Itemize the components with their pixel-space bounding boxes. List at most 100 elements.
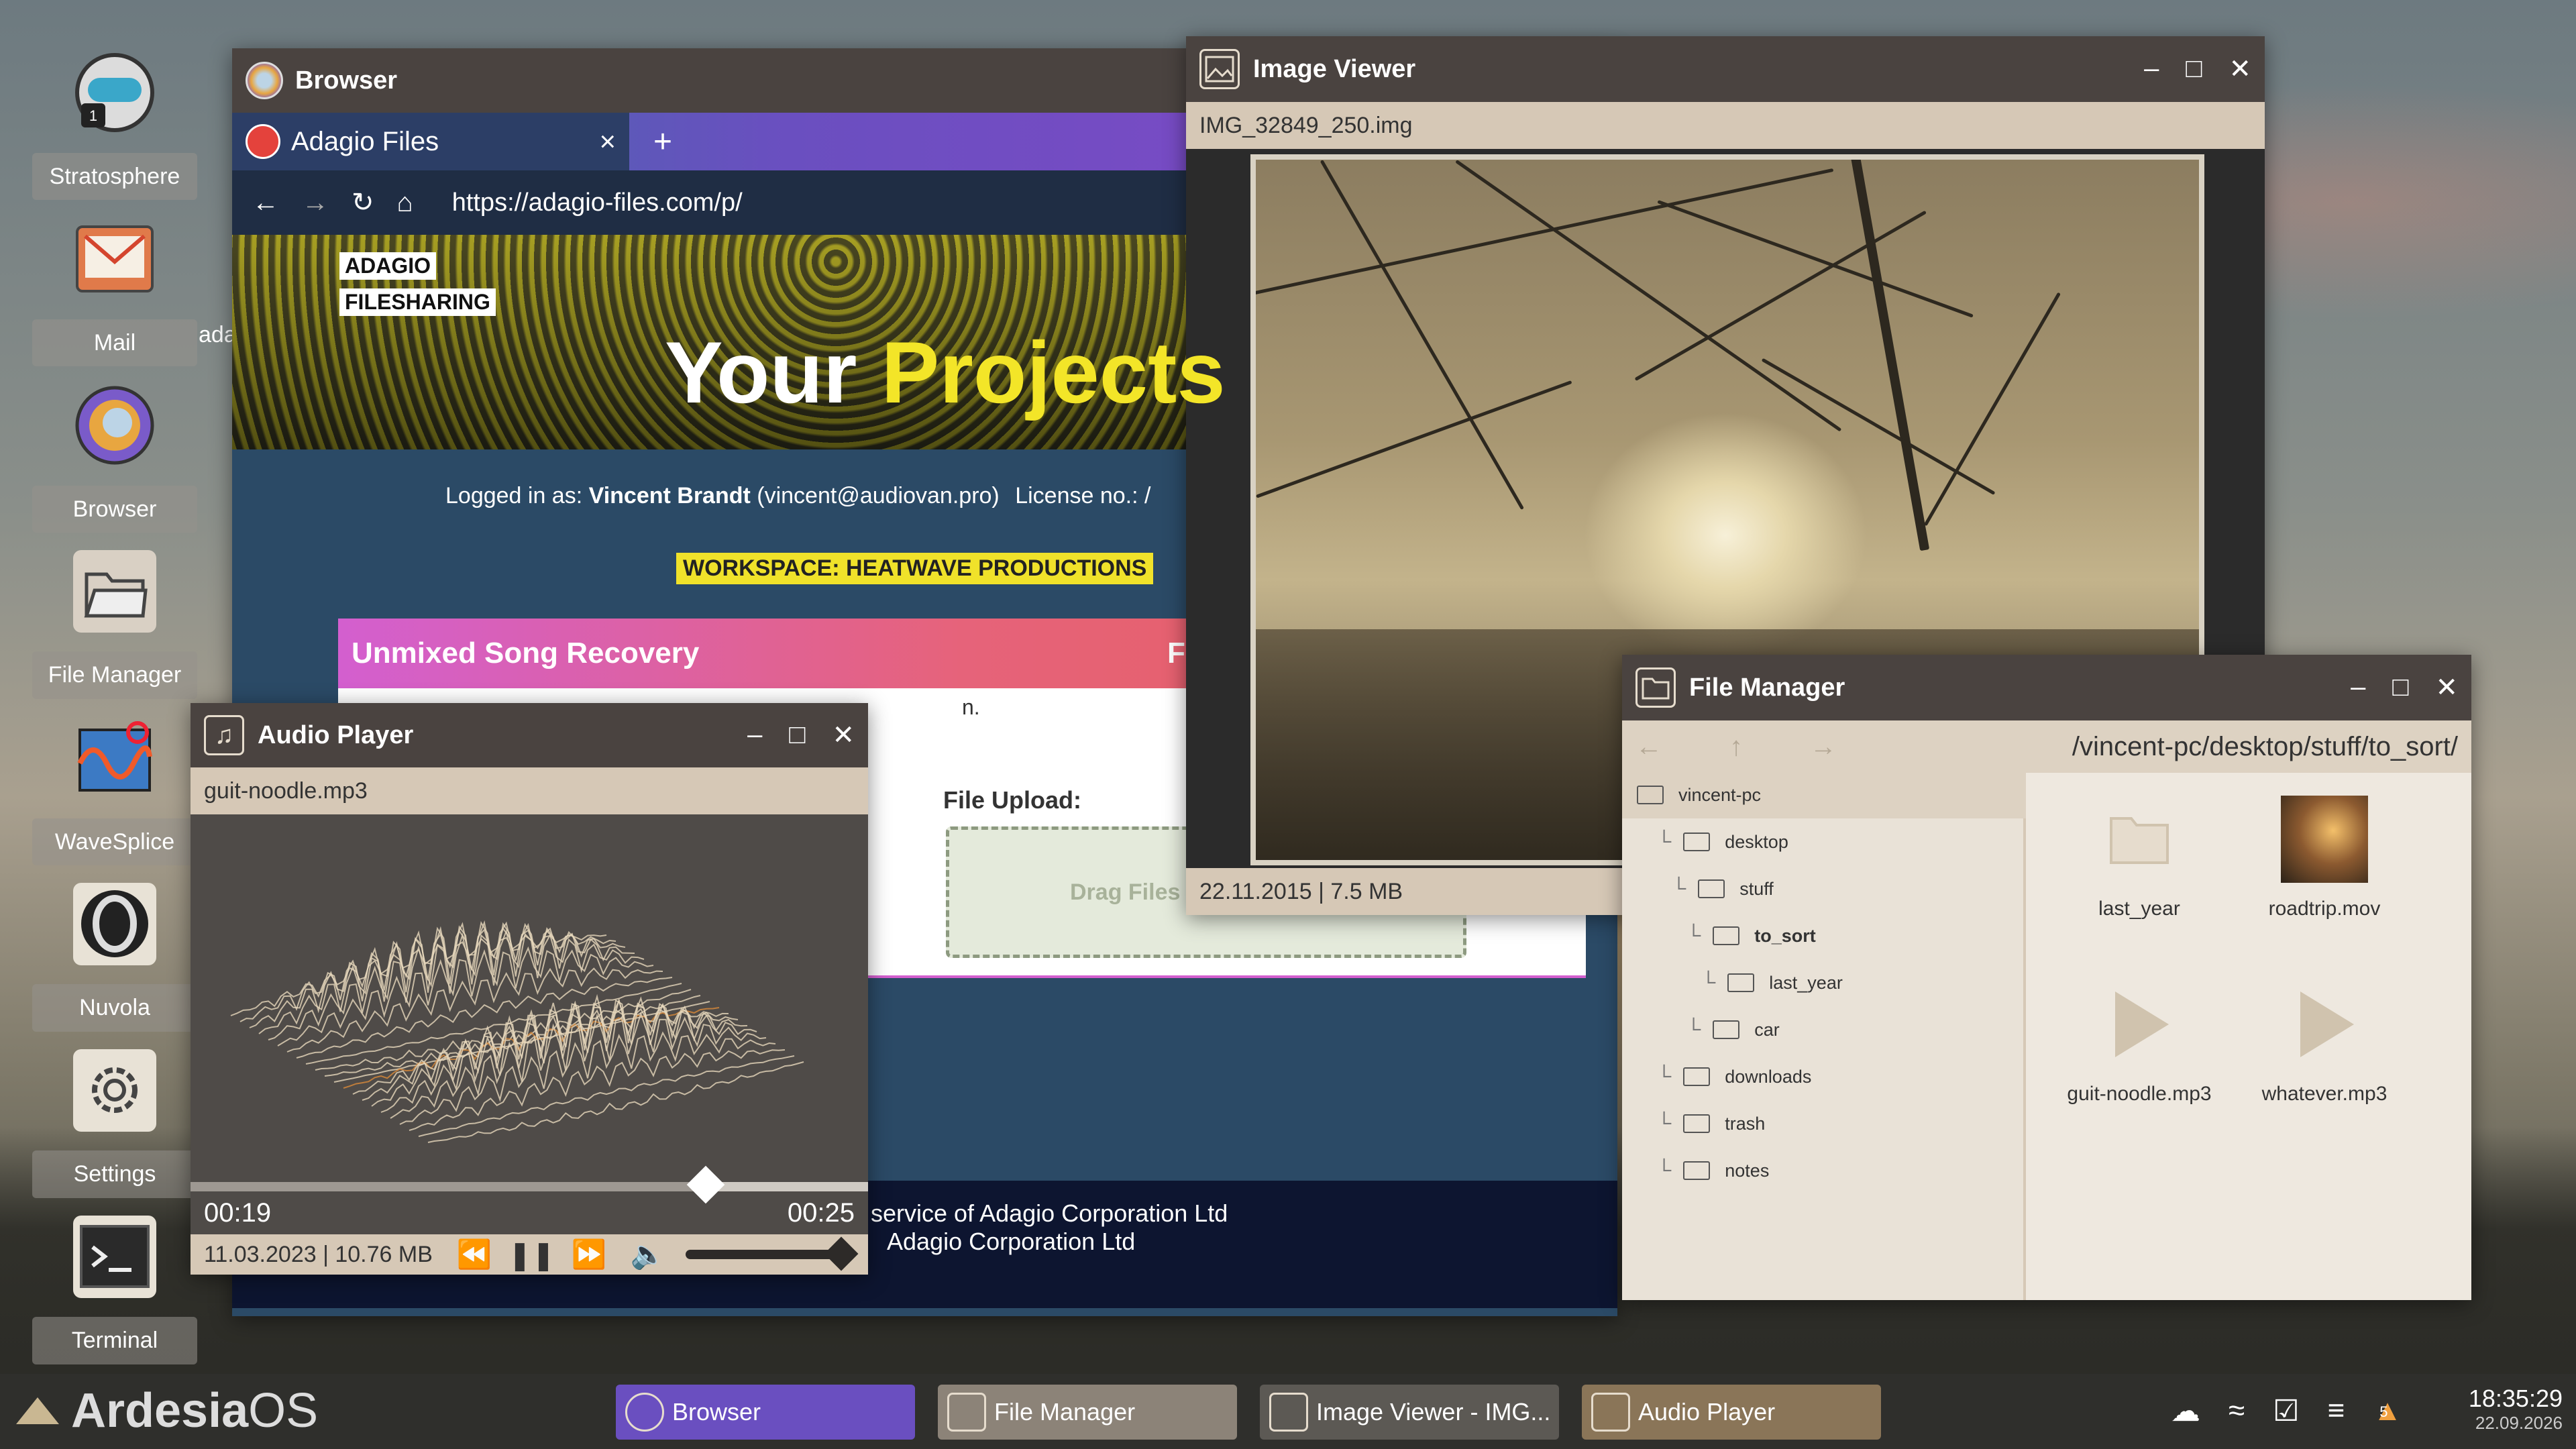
volume-handle[interactable]	[824, 1236, 859, 1271]
desktop-icon-label: Mail	[32, 319, 197, 366]
url-field[interactable]: https://adagio-files.com/p/	[452, 189, 743, 217]
stack-icon[interactable]: ≡	[2328, 1394, 2345, 1428]
up-icon[interactable]: ↑	[1729, 732, 1743, 762]
file-manager-window[interactable]: File Manager – □ ✕ ← ↑ → /vincent-pc/des…	[1622, 655, 2471, 1300]
audio-player-titlebar[interactable]: ♫ Audio Player – □ ✕	[191, 703, 868, 767]
file-item-roadtrip[interactable]: roadtrip.mov	[2241, 796, 2408, 920]
taskbar-button-browser[interactable]: Browser	[616, 1385, 915, 1440]
tree-item-car[interactable]: └ car	[1686, 1006, 1780, 1053]
new-tab-button[interactable]: +	[653, 123, 672, 160]
ardesia-logo-icon	[16, 1397, 59, 1424]
close-icon[interactable]: ✕	[2435, 672, 2458, 703]
os-logo[interactable]: Ardesia OS	[16, 1383, 318, 1438]
taskbar: Ardesia OS Browser File Manager Image Vie…	[0, 1374, 2576, 1449]
taskbar-button-audio-player[interactable]: Audio Player	[1582, 1385, 1881, 1440]
desktop-icon-nuvola[interactable]: Nuvola	[32, 873, 197, 1032]
adagio-logo-icon	[246, 124, 280, 159]
tree-item-label: vincent-pc	[1678, 784, 1762, 805]
desktop-icon-terminal[interactable]: Terminal	[32, 1206, 197, 1364]
desktop-icon-file-manager[interactable]: File Manager	[32, 541, 197, 699]
file-name: last_year	[2098, 898, 2180, 920]
volume-icon[interactable]: 🔈	[631, 1238, 665, 1271]
card-title: Unmixed Song Recovery	[352, 637, 700, 669]
tree-item-trash[interactable]: └ trash	[1657, 1100, 1765, 1147]
play-icon	[2096, 981, 2183, 1068]
taskbar-button-file-manager[interactable]: File Manager	[938, 1385, 1237, 1440]
tree-item-notes[interactable]: └ notes	[1657, 1147, 1769, 1194]
tree-item-label: downloads	[1725, 1066, 1812, 1087]
minimize-icon[interactable]: –	[747, 720, 762, 751]
volume-slider[interactable]	[686, 1236, 859, 1271]
file-item-last-year[interactable]: last_year	[2055, 796, 2223, 920]
minimize-icon[interactable]: –	[2351, 672, 2365, 703]
checkbox-icon[interactable]: ☑	[2273, 1394, 2299, 1428]
pause-icon[interactable]: ❚❚	[508, 1238, 555, 1271]
close-icon[interactable]: ✕	[2229, 54, 2251, 85]
tree-item-to-sort[interactable]: └ to_sort	[1686, 912, 1816, 959]
maximize-icon[interactable]: □	[789, 720, 805, 751]
reload-icon[interactable]: ↻	[352, 187, 374, 218]
notification-bell-icon[interactable]: ▲ 5	[2373, 1394, 2402, 1428]
tree-item-downloads[interactable]: └ downloads	[1657, 1053, 1811, 1100]
cloud-icon[interactable]: ☁	[2171, 1394, 2200, 1428]
elapsed-time: 00:19	[204, 1198, 272, 1228]
taskbar-label: Image Viewer - IMG...	[1316, 1398, 1551, 1426]
image-viewer-titlebar[interactable]: Image Viewer – □ ✕	[1186, 36, 2265, 102]
video-thumbnail	[2281, 796, 2368, 883]
file-manager-titlebar[interactable]: File Manager – □ ✕	[1622, 655, 2471, 720]
music-note-icon: ♫	[204, 715, 244, 755]
workspace-badge: WORKSPACE: HEATWAVE PRODUCTIONS	[676, 553, 1154, 584]
desktop-icon-browser[interactable]: Browser	[32, 374, 197, 533]
audio-filename-bar: guit-noodle.mp3	[191, 767, 868, 814]
card-text-fragment: n.	[962, 695, 980, 719]
forward-icon[interactable]: →	[1810, 732, 1837, 762]
play-icon	[2281, 981, 2368, 1068]
clock[interactable]: 18:35:29 22.09.2026	[2462, 1385, 2563, 1434]
tree-item-label: car	[1754, 1019, 1780, 1040]
tree-item-label: notes	[1725, 1160, 1770, 1181]
tree-item-desktop[interactable]: └ desktop	[1657, 818, 1788, 865]
maximize-icon[interactable]: □	[2186, 54, 2202, 85]
folder-icon	[1683, 1067, 1711, 1086]
forward-icon[interactable]: →	[302, 188, 329, 218]
close-icon[interactable]: ✕	[832, 720, 855, 751]
desktop-icon-label: Settings	[32, 1150, 197, 1198]
os-name-suffix: OS	[248, 1384, 319, 1438]
image-icon	[1199, 49, 1240, 89]
tree-item-stuff[interactable]: └ stuff	[1672, 865, 1774, 912]
wifi-icon[interactable]: ≈	[2229, 1394, 2245, 1428]
progress-fill	[191, 1182, 706, 1191]
system-tray: ☁ ≈ ☑ ≡ ▲ 5	[2171, 1394, 2402, 1428]
tab-adagio-files[interactable]: Adagio Files ×	[232, 113, 629, 170]
folder-open-icon	[1713, 926, 1740, 945]
file-item-whatever[interactable]: whatever.mp3	[2241, 981, 2408, 1106]
close-tab-icon[interactable]: ×	[599, 125, 616, 158]
folder-icon	[2096, 796, 2183, 883]
image-icon	[1269, 1393, 1308, 1432]
desktop-icon-settings[interactable]: Settings	[32, 1040, 197, 1198]
rewind-icon[interactable]: ⏪	[457, 1238, 492, 1271]
back-icon[interactable]: ←	[252, 188, 279, 218]
path-field[interactable]: /vincent-pc/desktop/stuff/to_sort/	[2072, 732, 2458, 762]
tree-item-vincent-pc[interactable]: vincent-pc	[1622, 771, 2026, 818]
stratosphere-icon: 1	[73, 51, 156, 134]
home-icon[interactable]: ⌂	[397, 188, 413, 218]
file-name: guit-noodle.mp3	[2067, 1083, 2212, 1105]
minimize-icon[interactable]: –	[2144, 54, 2159, 85]
terminal-icon	[73, 1216, 156, 1298]
desktop-icon-label: File Manager	[32, 651, 197, 699]
desktop-icon-mail[interactable]: Mail	[32, 208, 197, 366]
maximize-icon[interactable]: □	[2392, 672, 2408, 703]
hero-word-1: Your	[665, 323, 857, 421]
image-filename: IMG_32849_250.img	[1199, 112, 1413, 138]
desktop-icon-wavesplice[interactable]: WaveSplice	[32, 707, 197, 865]
fast-forward-icon[interactable]: ⏩	[572, 1238, 606, 1271]
file-item-guit-noodle[interactable]: guit-noodle.mp3	[2055, 981, 2223, 1106]
total-time: 00:25	[787, 1198, 855, 1228]
back-icon[interactable]: ←	[1635, 732, 1662, 762]
playback-progress-bar[interactable]	[191, 1165, 868, 1204]
taskbar-button-image-viewer[interactable]: Image Viewer - IMG...	[1260, 1385, 1559, 1440]
desktop-icon-stratosphere[interactable]: 1 Stratosphere	[32, 42, 197, 200]
tree-item-last-year[interactable]: └ last_year	[1701, 959, 1843, 1006]
audio-player-window[interactable]: ♫ Audio Player – □ ✕ guit-noodle.mp3 00:…	[191, 703, 868, 1275]
